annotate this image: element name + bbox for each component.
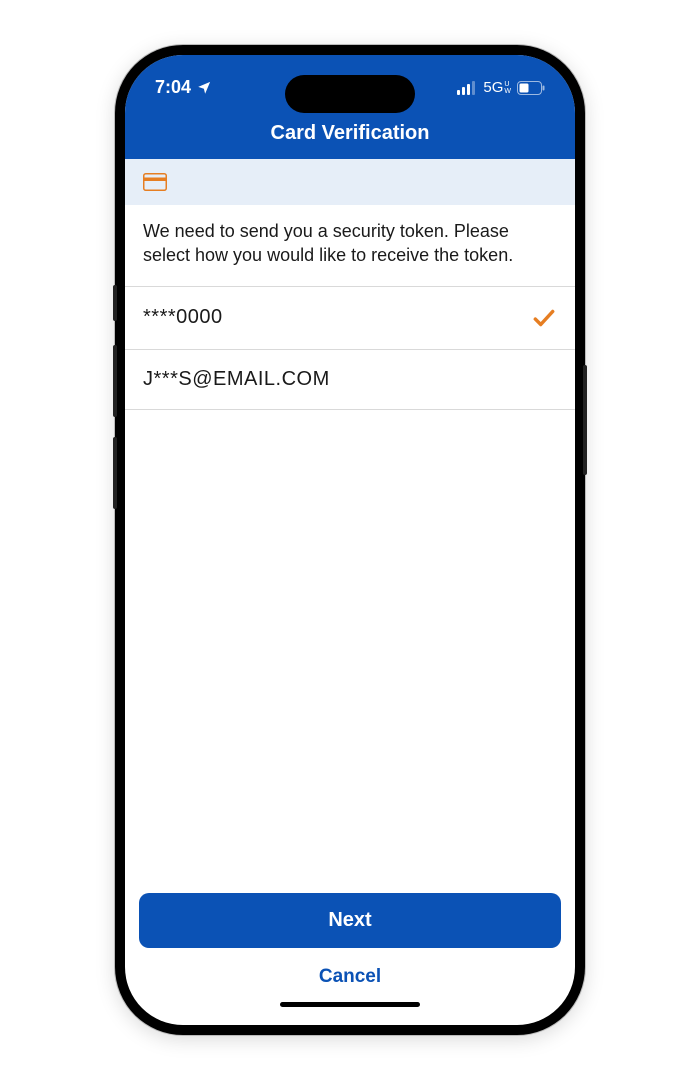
checkmark-icon <box>531 305 557 331</box>
option-label: J***S@EMAIL.COM <box>143 368 330 391</box>
status-time: 7:04 <box>155 77 191 98</box>
power-button <box>583 365 587 475</box>
network-label: 5G U W <box>483 79 511 96</box>
volume-up-button <box>113 345 117 417</box>
delivery-option-email[interactable]: J***S@EMAIL.COM <box>125 350 575 410</box>
volume-down-button <box>113 437 117 509</box>
bottom-bar: Next Cancel <box>125 893 575 1025</box>
location-icon <box>197 80 212 95</box>
cancel-button[interactable]: Cancel <box>139 948 561 998</box>
dynamic-island <box>285 75 415 113</box>
screen: 7:04 <box>125 55 575 1025</box>
instruction-text: We need to send you a security token. Pl… <box>125 205 575 287</box>
side-button <box>113 285 117 321</box>
home-indicator <box>280 1002 420 1007</box>
card-icon-strip <box>125 159 575 205</box>
delivery-option-phone[interactable]: ****0000 <box>125 287 575 350</box>
next-button[interactable]: Next <box>139 893 561 948</box>
option-label: ****0000 <box>143 306 223 329</box>
phone-frame: 7:04 <box>115 45 585 1035</box>
content-area: ****0000 J***S@EMAIL.COM <box>125 287 575 893</box>
page-title: Card Verification <box>125 122 575 145</box>
battery-icon <box>517 81 545 95</box>
signal-icon <box>457 81 477 95</box>
credit-card-icon <box>143 173 557 191</box>
